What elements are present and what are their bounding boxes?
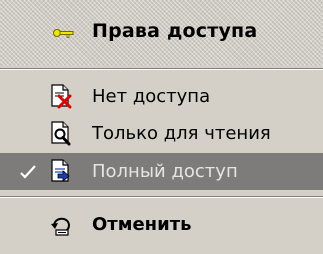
menu-header: Права доступа [0,0,323,66]
menu-item-read-only[interactable]: Только для чтения [0,115,323,152]
undo-icon [51,217,71,236]
access-rights-menu: Права доступа Нет доступа Только для чте… [0,0,323,254]
menu-item-cancel[interactable]: Отменить [0,206,323,243]
menu-item-label: Нет доступа [92,86,211,107]
separator [0,196,323,198]
menu-item-no-access[interactable]: Нет доступа [0,78,323,115]
menu-item-label: Полный доступ [92,161,238,182]
key-icon [53,29,74,38]
separator [0,68,323,70]
full-access-icon [51,159,70,182]
no-access-icon [51,84,72,109]
menu-item-label: Только для чтения [92,123,271,144]
menu-item-full-access[interactable]: Полный доступ [0,153,323,190]
menu-title: Права доступа [92,20,258,42]
read-only-icon [51,121,71,146]
cancel-label: Отменить [92,214,192,235]
checkmark-icon [20,165,36,179]
